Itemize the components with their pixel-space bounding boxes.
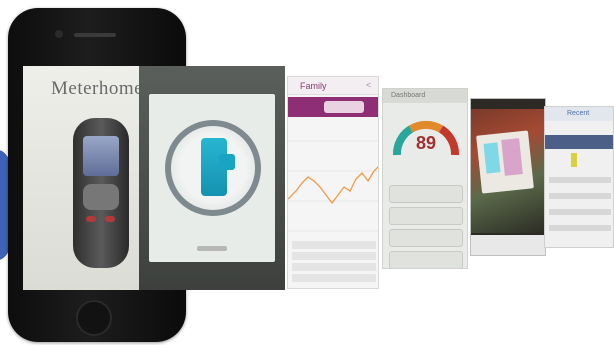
table-row: [292, 263, 376, 271]
app-title: Meterhome: [51, 78, 144, 99]
card-graphic-pink: [501, 138, 523, 176]
table-row: [292, 252, 376, 260]
list-item[interactable]: [549, 193, 611, 199]
screen-title: Recent: [567, 110, 590, 117]
meter-button-left: [86, 216, 96, 222]
screen-meterhome: Meterhome: [23, 66, 149, 290]
camera-icon: [55, 30, 63, 38]
marker-icon: [571, 153, 577, 167]
card-graphic-cyan: [483, 142, 501, 174]
screen-family: Family <: [287, 76, 379, 289]
meter-display: [83, 136, 119, 176]
meter-button-right: [105, 216, 115, 222]
menu-item[interactable]: [389, 185, 463, 203]
list-item[interactable]: [549, 225, 611, 231]
band-button[interactable]: [324, 101, 364, 113]
menu-item[interactable]: [389, 207, 463, 225]
tab-strip[interactable]: [545, 135, 613, 149]
menu-item[interactable]: [389, 251, 463, 268]
gauge-value: 89: [415, 133, 437, 153]
menu-item[interactable]: [389, 229, 463, 247]
meter-pad: [83, 184, 119, 210]
bottom-toolbar: [471, 235, 545, 255]
home-button[interactable]: [76, 300, 112, 336]
screen-pairing: [139, 66, 285, 290]
data-table: [292, 241, 376, 287]
device-logo-icon-part: [219, 154, 235, 170]
caption-line: [197, 246, 227, 251]
speaker-grille: [74, 33, 116, 37]
list-item[interactable]: [549, 177, 611, 183]
screen-gauge: Dashboard 89: [382, 88, 468, 269]
screen-title: Family: [300, 81, 327, 91]
share-icon[interactable]: <: [366, 80, 371, 90]
screen-title: Dashboard: [391, 92, 426, 99]
table-row: [292, 241, 376, 249]
table-row: [292, 274, 376, 282]
screen-photo: [470, 98, 546, 256]
trend-chart: [288, 140, 378, 232]
screen-list: Recent: [544, 106, 614, 248]
list-item[interactable]: [549, 209, 611, 215]
